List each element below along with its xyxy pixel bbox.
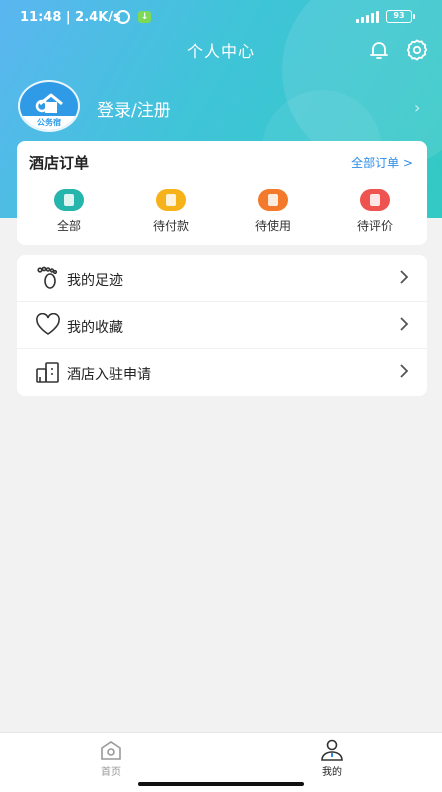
tab-home[interactable]: 首页: [71, 739, 151, 778]
hotel-orders-title: 酒店订单: [29, 154, 90, 172]
footprint-icon: [37, 266, 58, 289]
menu-item-footprints[interactable]: 我的足迹: [17, 255, 427, 302]
home-indicator: [138, 782, 304, 786]
hotel-orders-card: 酒店订单 全部订单 > 全部 待付款 待使用 待评价: [17, 141, 427, 245]
menu-item-label: 我的足迹: [67, 273, 123, 289]
gear-icon[interactable]: [405, 38, 429, 62]
alarm-icon: [116, 10, 130, 24]
menu-item-hotel-application[interactable]: 酒店入驻申请: [17, 349, 427, 396]
menu-card: 我的足迹 我的收藏 酒店入驻申请: [17, 255, 427, 396]
chevron-right-icon: [400, 364, 409, 378]
tab-label: 我的: [322, 767, 342, 778]
status-bar: 11:48 | 2.4K/s ↓ 93: [0, 0, 442, 34]
order-filter-label: 待付款: [152, 219, 189, 233]
menu-item-label: 酒店入驻申请: [67, 367, 151, 383]
ticket-icon: [258, 189, 288, 211]
download-icon: ↓: [138, 11, 151, 23]
battery-icon: 93: [386, 10, 415, 23]
clipboard-icon: [54, 189, 84, 211]
bell-icon[interactable]: [367, 38, 391, 62]
login-register-label[interactable]: 登录/注册: [97, 96, 171, 121]
profile-login-row[interactable]: 公务宿 登录/注册 ›: [0, 80, 442, 136]
rating-icon: [360, 189, 390, 211]
user-icon: [321, 739, 343, 761]
all-orders-link[interactable]: 全部订单 >: [351, 154, 413, 171]
menu-item-favorites[interactable]: 我的收藏: [17, 302, 427, 349]
order-filter-pending-payment[interactable]: 待付款: [136, 189, 206, 234]
order-filter-all[interactable]: 全部: [34, 189, 104, 234]
wallet-icon: [156, 189, 186, 211]
chevron-right-icon: ›: [414, 98, 421, 117]
tab-label: 首页: [101, 767, 121, 778]
avatar: 公务宿: [18, 80, 80, 132]
order-filter-label: 待评价: [356, 219, 393, 233]
tab-mine[interactable]: 我的: [292, 739, 372, 778]
order-filter-label: 待使用: [254, 219, 291, 233]
order-filter-to-use[interactable]: 待使用: [238, 189, 308, 234]
chevron-right-icon: [400, 317, 409, 331]
status-time: 11:48 | 2.4K/s: [20, 10, 121, 25]
avatar-label: 公务宿: [20, 116, 78, 130]
building-icon: [36, 362, 59, 383]
heart-icon: [36, 313, 60, 335]
order-filter-label: 全部: [56, 219, 81, 233]
order-filter-to-review[interactable]: 待评价: [340, 189, 410, 234]
menu-item-label: 我的收藏: [67, 320, 123, 336]
signal-icon: [352, 11, 380, 23]
chevron-right-icon: [400, 270, 409, 284]
home-icon: [101, 741, 121, 760]
